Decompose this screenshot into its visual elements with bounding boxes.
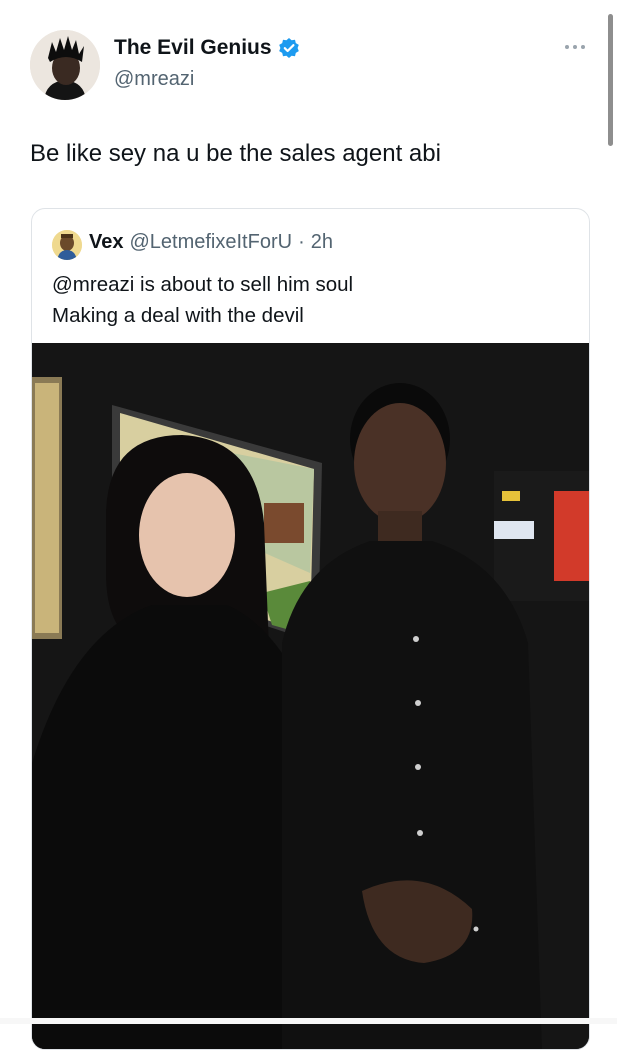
quoted-timestamp[interactable]: 2h [311, 231, 333, 254]
more-options-icon[interactable] [562, 40, 588, 54]
author-avatar[interactable] [30, 30, 100, 100]
quoted-text-line-2: Making a deal with the devil [52, 304, 304, 327]
verified-badge-icon[interactable] [278, 37, 300, 59]
quoted-text-line-1: @mreazi is about to sell him soul [52, 273, 354, 296]
author-name[interactable]: The Evil Genius [114, 36, 272, 60]
quoted-tweet-text: @mreazi is about to sell him soul Making… [52, 269, 353, 331]
quoted-author-avatar[interactable] [52, 230, 82, 260]
quoted-author-handle[interactable]: @LetmefixeItForU [129, 231, 292, 254]
quoted-author-row: Vex @LetmefixeItForU · 2h [89, 231, 333, 254]
quoted-tweet-photo[interactable] [32, 343, 589, 1049]
author-handle[interactable]: @mreazi [114, 68, 194, 91]
separator-dot: · [298, 231, 305, 253]
quoted-author-name[interactable]: Vex [89, 231, 123, 254]
tweet-text: Be like sey na u be the sales agent abi [30, 140, 441, 167]
author-name-row[interactable]: The Evil Genius [114, 36, 300, 60]
bottom-strip [0, 1018, 617, 1024]
quoted-tweet-card[interactable]: Vex @LetmefixeItForU · 2h @mreazi is abo… [31, 208, 590, 1050]
scrollbar[interactable] [608, 14, 613, 146]
